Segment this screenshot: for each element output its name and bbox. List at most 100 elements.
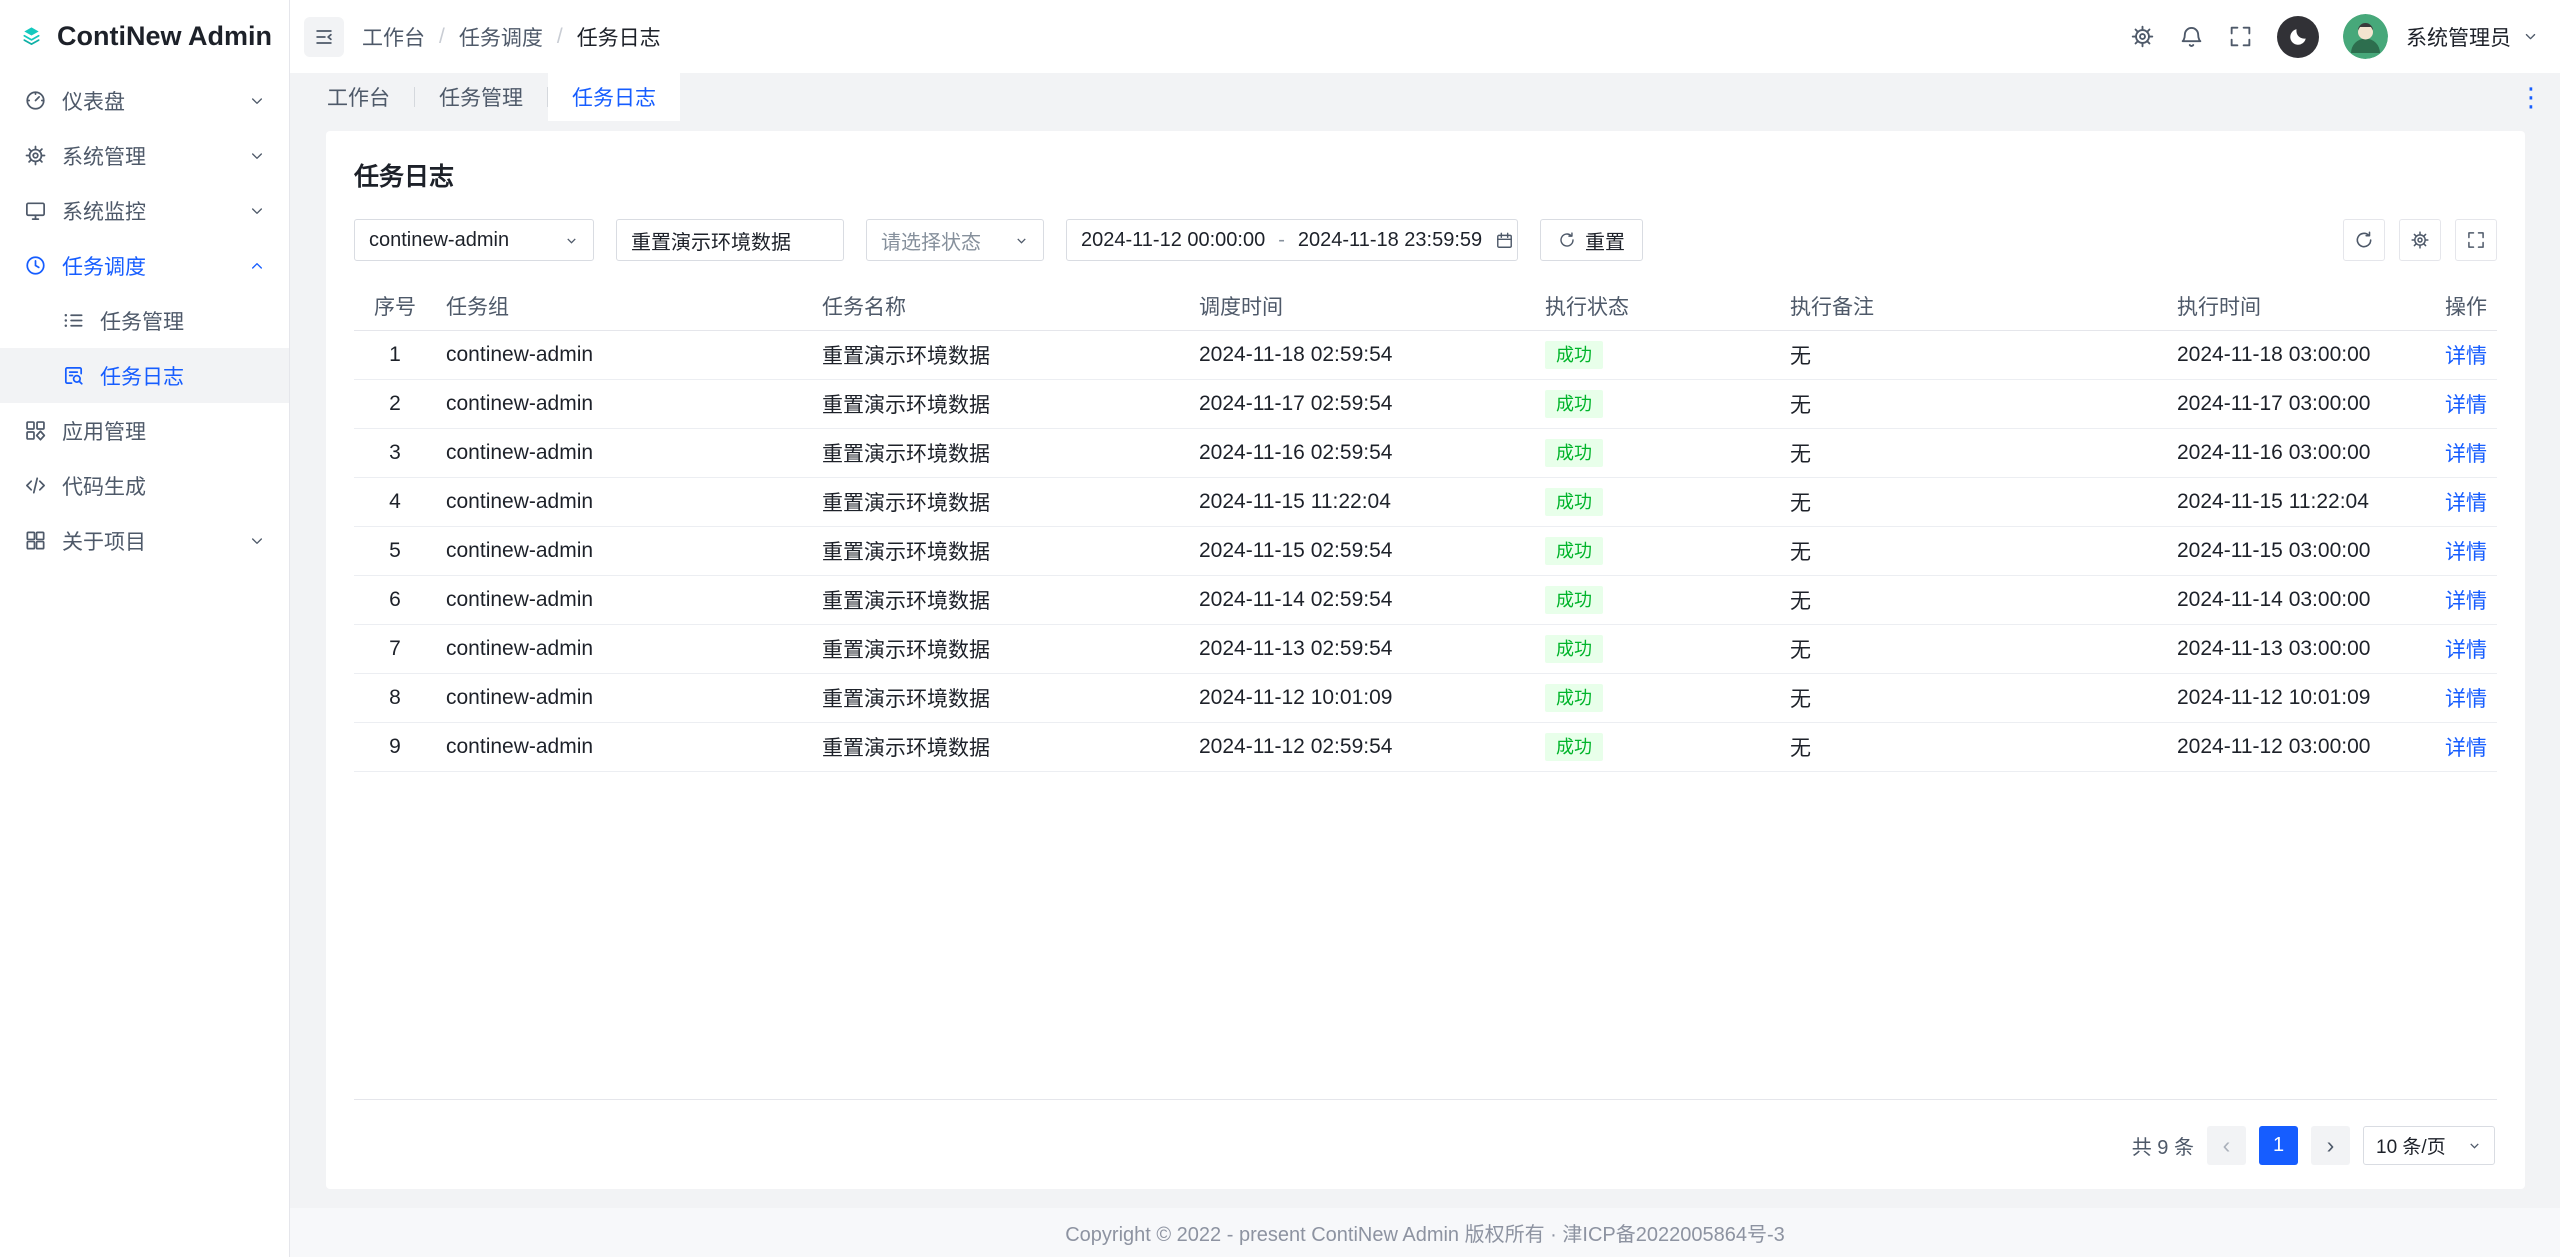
sidebar-item-code-generation[interactable]: 代码生成 bbox=[0, 458, 289, 513]
calendar-icon bbox=[1495, 231, 1514, 250]
logo-text: ContiNew Admin bbox=[57, 21, 272, 52]
tab-workbench[interactable]: 工作台 bbox=[303, 73, 414, 121]
notification-bell-icon[interactable] bbox=[2179, 24, 2204, 49]
status-badge: 成功 bbox=[1545, 341, 1603, 369]
cell-status: 成功 bbox=[1535, 575, 1780, 624]
column-header-index: 序号 bbox=[354, 283, 436, 330]
tab-task-management[interactable]: 任务管理 bbox=[415, 73, 547, 121]
chevron-down-icon bbox=[249, 203, 265, 219]
clock-icon bbox=[24, 254, 47, 277]
cell-group: continew-admin bbox=[436, 477, 812, 526]
status-badge: 成功 bbox=[1545, 586, 1603, 614]
menu-fold-icon bbox=[313, 26, 335, 48]
cell-group: continew-admin bbox=[436, 722, 812, 771]
date-range-separator: - bbox=[1278, 229, 1285, 252]
page-number-button[interactable]: 1 bbox=[2259, 1126, 2298, 1165]
topbar-right: 系统管理员 bbox=[2130, 14, 2538, 59]
detail-link[interactable]: 详情 bbox=[2445, 443, 2487, 466]
sidebar-item-task-management[interactable]: 任务管理 bbox=[0, 293, 289, 348]
cell-schedule-time: 2024-11-18 02:59:54 bbox=[1189, 330, 1535, 379]
footer: Copyright © 2022 - present ContiNew Admi… bbox=[290, 1208, 2560, 1257]
task-name-input[interactable] bbox=[616, 219, 844, 261]
sidebar-item-dashboard[interactable]: 仪表盘 bbox=[0, 73, 289, 128]
top-header: 工作台 / 任务调度 / 任务日志 系统管理员 bbox=[290, 0, 2560, 73]
cell-note: 无 bbox=[1780, 428, 2167, 477]
cell-name: 重置演示环境数据 bbox=[812, 379, 1189, 428]
detail-link[interactable]: 详情 bbox=[2445, 639, 2487, 662]
column-settings-button[interactable] bbox=[2399, 219, 2441, 261]
status-select[interactable]: 请选择状态 bbox=[866, 219, 1044, 261]
sidebar-item-system-management[interactable]: 系统管理 bbox=[0, 128, 289, 183]
sidebar-item-task-scheduling[interactable]: 任务调度 bbox=[0, 238, 289, 293]
logo[interactable]: ContiNew Admin bbox=[0, 0, 289, 73]
sidebar-item-app-management[interactable]: 应用管理 bbox=[0, 403, 289, 458]
cell-exec-time: 2024-11-16 03:00:00 bbox=[2167, 428, 2397, 477]
detail-link[interactable]: 详情 bbox=[2445, 345, 2487, 368]
dark-mode-toggle[interactable] bbox=[2277, 16, 2319, 58]
app-root: ContiNew Admin 仪表盘 系统管理 系统监控 任务调度 bbox=[0, 0, 2560, 1257]
breadcrumb-item-task-scheduling[interactable]: 任务调度 bbox=[459, 22, 543, 52]
cell-index: 6 bbox=[354, 575, 436, 624]
cell-group: continew-admin bbox=[436, 379, 812, 428]
table-row: 3 continew-admin 重置演示环境数据 2024-11-16 02:… bbox=[354, 428, 2497, 477]
fullscreen-icon[interactable] bbox=[2228, 24, 2253, 49]
cell-index: 2 bbox=[354, 379, 436, 428]
cell-name: 重置演示环境数据 bbox=[812, 624, 1189, 673]
cell-status: 成功 bbox=[1535, 526, 1780, 575]
breadcrumb: 工作台 / 任务调度 / 任务日志 bbox=[362, 22, 661, 52]
tab-task-log[interactable]: 任务日志 bbox=[548, 73, 680, 121]
cell-index: 9 bbox=[354, 722, 436, 771]
page-size-select[interactable]: 10 条/页 bbox=[2363, 1126, 2495, 1165]
settings-gear-icon[interactable] bbox=[2130, 24, 2155, 49]
menu-collapse-button[interactable] bbox=[304, 17, 344, 57]
detail-link[interactable]: 详情 bbox=[2445, 590, 2487, 613]
refresh-button[interactable] bbox=[2343, 219, 2385, 261]
table-fullscreen-button[interactable] bbox=[2455, 219, 2497, 261]
sidebar-item-task-log[interactable]: 任务日志 bbox=[0, 348, 289, 403]
cell-exec-time: 2024-11-18 03:00:00 bbox=[2167, 330, 2397, 379]
avatar[interactable] bbox=[2343, 14, 2388, 59]
status-badge: 成功 bbox=[1545, 635, 1603, 663]
project-grid-icon bbox=[24, 529, 47, 552]
pagination: 共 9 条 ‹ 1 › 10 条/页 bbox=[354, 1126, 2495, 1165]
detail-link[interactable]: 详情 bbox=[2445, 688, 2487, 711]
sidebar: ContiNew Admin 仪表盘 系统管理 系统监控 任务调度 bbox=[0, 0, 290, 1257]
cell-group: continew-admin bbox=[436, 575, 812, 624]
detail-link[interactable]: 详情 bbox=[2445, 394, 2487, 417]
sidebar-item-label: 关于项目 bbox=[62, 526, 234, 556]
detail-link[interactable]: 详情 bbox=[2445, 737, 2487, 760]
cell-action: 详情 bbox=[2397, 428, 2497, 477]
cell-action: 详情 bbox=[2397, 673, 2497, 722]
expand-icon bbox=[2466, 230, 2486, 250]
cell-index: 3 bbox=[354, 428, 436, 477]
sidebar-item-about-project[interactable]: 关于项目 bbox=[0, 513, 289, 568]
sidebar-item-system-monitor[interactable]: 系统监控 bbox=[0, 183, 289, 238]
next-page-button[interactable]: › bbox=[2311, 1126, 2350, 1165]
date-range-picker[interactable]: 2024-11-12 00:00:00 - 2024-11-18 23:59:5… bbox=[1066, 219, 1518, 261]
chevron-down-icon bbox=[249, 148, 265, 164]
dashboard-icon bbox=[24, 89, 47, 112]
table-row: 4 continew-admin 重置演示环境数据 2024-11-15 11:… bbox=[354, 477, 2497, 526]
log-table-body: 1 continew-admin 重置演示环境数据 2024-11-18 02:… bbox=[354, 330, 2497, 771]
table-header-row: 序号 任务组 任务名称 调度时间 执行状态 执行备注 执行时间 操作 bbox=[354, 283, 2497, 330]
sidebar-item-label: 仪表盘 bbox=[62, 86, 234, 116]
tabs-more-icon[interactable]: ⋮ bbox=[2518, 84, 2544, 110]
chevron-down-icon bbox=[2467, 1138, 2482, 1153]
reset-refresh-icon bbox=[1558, 231, 1576, 249]
cell-action: 详情 bbox=[2397, 624, 2497, 673]
status-badge: 成功 bbox=[1545, 684, 1603, 712]
detail-link[interactable]: 详情 bbox=[2445, 492, 2487, 515]
cell-note: 无 bbox=[1780, 624, 2167, 673]
cell-status: 成功 bbox=[1535, 330, 1780, 379]
user-name[interactable]: 系统管理员 bbox=[2406, 22, 2511, 52]
breadcrumb-item-workbench[interactable]: 工作台 bbox=[362, 22, 425, 52]
task-group-select[interactable]: continew-admin bbox=[354, 219, 594, 261]
reset-button[interactable]: 重置 bbox=[1540, 219, 1643, 261]
cell-note: 无 bbox=[1780, 477, 2167, 526]
gear-icon bbox=[24, 144, 47, 167]
cell-name: 重置演示环境数据 bbox=[812, 477, 1189, 526]
logo-icon bbox=[20, 25, 43, 48]
prev-page-button[interactable]: ‹ bbox=[2207, 1126, 2246, 1165]
detail-link[interactable]: 详情 bbox=[2445, 541, 2487, 564]
main-area: 工作台 / 任务调度 / 任务日志 系统管理员 bbox=[290, 0, 2560, 1257]
